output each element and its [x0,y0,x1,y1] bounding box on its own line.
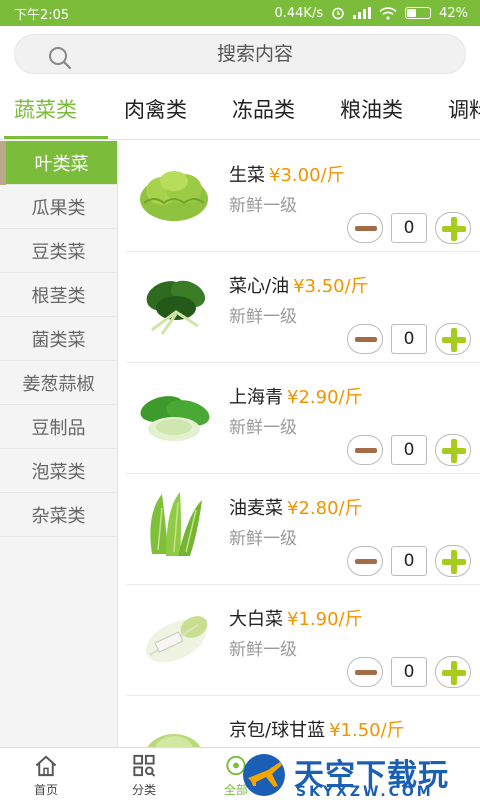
network-speed: 0.44K/s [274,5,324,21]
product-item[interactable]: 大白菜 ¥1.90/斤 新鲜一级 0 [118,585,480,696]
product-grade: 新鲜一级 [229,307,297,327]
alarm-icon [332,7,344,20]
increase-button[interactable] [435,212,471,244]
nav-label: 首页 [33,783,58,797]
subcategory-sidebar: 叶类菜 瓜果类 豆类菜 根茎类 菌类菜 姜葱蒜椒 豆制品 泡菜类 杂菜类 [0,141,118,747]
tab-meat-poultry[interactable]: 肉禽类 [124,94,187,124]
sidebar-item-pickles[interactable]: 泡菜类 [0,449,117,493]
bok-choy-image [140,396,210,441]
tab-vegetables[interactable]: 蔬菜类 [14,94,77,124]
search-icon [49,47,72,70]
nav-home[interactable]: 首页 [16,752,76,798]
sidebar-item-tofu[interactable]: 豆制品 [0,405,117,449]
product-item[interactable]: 京包/球甘蓝 ¥1.50/斤 [118,696,480,747]
sidebar-item-roots[interactable]: 根茎类 [0,273,117,317]
product-name: 大白菜 ¥1.90/斤 [229,609,363,630]
tab-grain-oil[interactable]: 粮油类 [340,94,403,124]
quantity-field[interactable]: 0 [391,657,427,687]
nav-label: 分类 [131,783,156,797]
search-input[interactable] [95,35,415,73]
tab-active-underline [4,136,108,139]
signal-icon [353,7,372,19]
product-item[interactable]: 菜心/油 ¥3.50/斤 新鲜一级 0 [118,252,480,363]
sidebar-item-melon-fruit[interactable]: 瓜果类 [0,185,117,229]
sidebar-item-leafy[interactable]: 叶类菜 [6,141,117,185]
quantity-field[interactable]: 0 [391,435,427,465]
sidebar-item-mushrooms[interactable]: 菌类菜 [0,317,117,361]
product-list: 生菜 ¥3.00/斤 新鲜一级 0 菜心/油 ¥3.50/斤 新鲜一级 0 上海青 ¥… [118,141,480,747]
product-price: ¥3.00/斤 [269,165,345,186]
watermark-url: SKYXZW.COM [296,784,434,800]
product-item[interactable]: 生菜 ¥3.00/斤 新鲜一级 0 [118,141,480,252]
product-price: ¥2.80/斤 [287,498,363,519]
product-name: 菜心/油 ¥3.50/斤 [229,276,369,297]
tab-seasoning[interactable]: 调料 [448,94,480,124]
plane-logo-icon [243,754,285,796]
quantity-field[interactable]: 0 [391,213,427,243]
product-grade: 新鲜一级 [229,418,297,438]
decrease-button[interactable] [347,657,383,687]
lettuce-image [140,171,208,221]
decrease-button[interactable] [347,324,383,354]
wifi-icon [379,6,397,20]
sidebar-item-misc[interactable]: 杂菜类 [0,493,117,537]
home-icon [35,755,57,777]
product-price: ¥1.90/斤 [287,609,363,630]
decrease-button[interactable] [347,213,383,243]
product-grade: 新鲜一级 [229,196,297,216]
search-bar [0,26,480,82]
nav-category[interactable]: 分类 [114,752,174,798]
sidebar-item-beans[interactable]: 豆类菜 [0,229,117,273]
increase-button[interactable] [435,656,471,688]
product-name: 生菜 ¥3.00/斤 [229,165,345,186]
product-price: ¥3.50/斤 [293,276,369,297]
product-grade: 新鲜一级 [229,529,297,549]
increase-button[interactable] [435,545,471,577]
product-name: 上海青 ¥2.90/斤 [229,387,363,408]
search-box[interactable] [14,34,466,74]
product-item[interactable]: 油麦菜 ¥2.80/斤 新鲜一级 0 [118,474,480,585]
product-grade: 新鲜一级 [229,640,297,660]
product-price: ¥1.50/斤 [329,720,405,741]
product-price: ¥2.90/斤 [287,387,363,408]
category-icon [133,754,156,777]
battery-icon [405,7,432,19]
decrease-button[interactable] [347,435,383,465]
increase-button[interactable] [435,323,471,355]
status-bar: 下午2:05 0.44K/s 42% [0,0,480,26]
watermark: 天空下载玩 SKYXZW.COM [232,750,480,800]
cabbage-image [147,734,201,747]
napa-cabbage-image [146,616,208,663]
category-tabs: 蔬菜类 肉禽类 冻品类 粮油类 调料 [0,84,480,140]
status-time: 下午2:05 [14,7,70,23]
battery-percent: 42% [439,5,468,21]
status-right: 0.44K/s 42% [274,6,468,21]
product-name: 油麦菜 ¥2.80/斤 [229,498,363,519]
quantity-field[interactable]: 0 [391,546,427,576]
quantity-field[interactable]: 0 [391,324,427,354]
product-item[interactable]: 上海青 ¥2.90/斤 新鲜一级 0 [118,363,480,474]
romaine-image [150,492,202,556]
choy-sum-image [146,280,206,335]
tab-frozen[interactable]: 冻品类 [232,94,295,124]
product-name: 京包/球甘蓝 ¥1.50/斤 [229,720,405,741]
decrease-button[interactable] [347,546,383,576]
sidebar-item-ginger-garlic[interactable]: 姜葱蒜椒 [0,361,117,405]
increase-button[interactable] [435,434,471,466]
